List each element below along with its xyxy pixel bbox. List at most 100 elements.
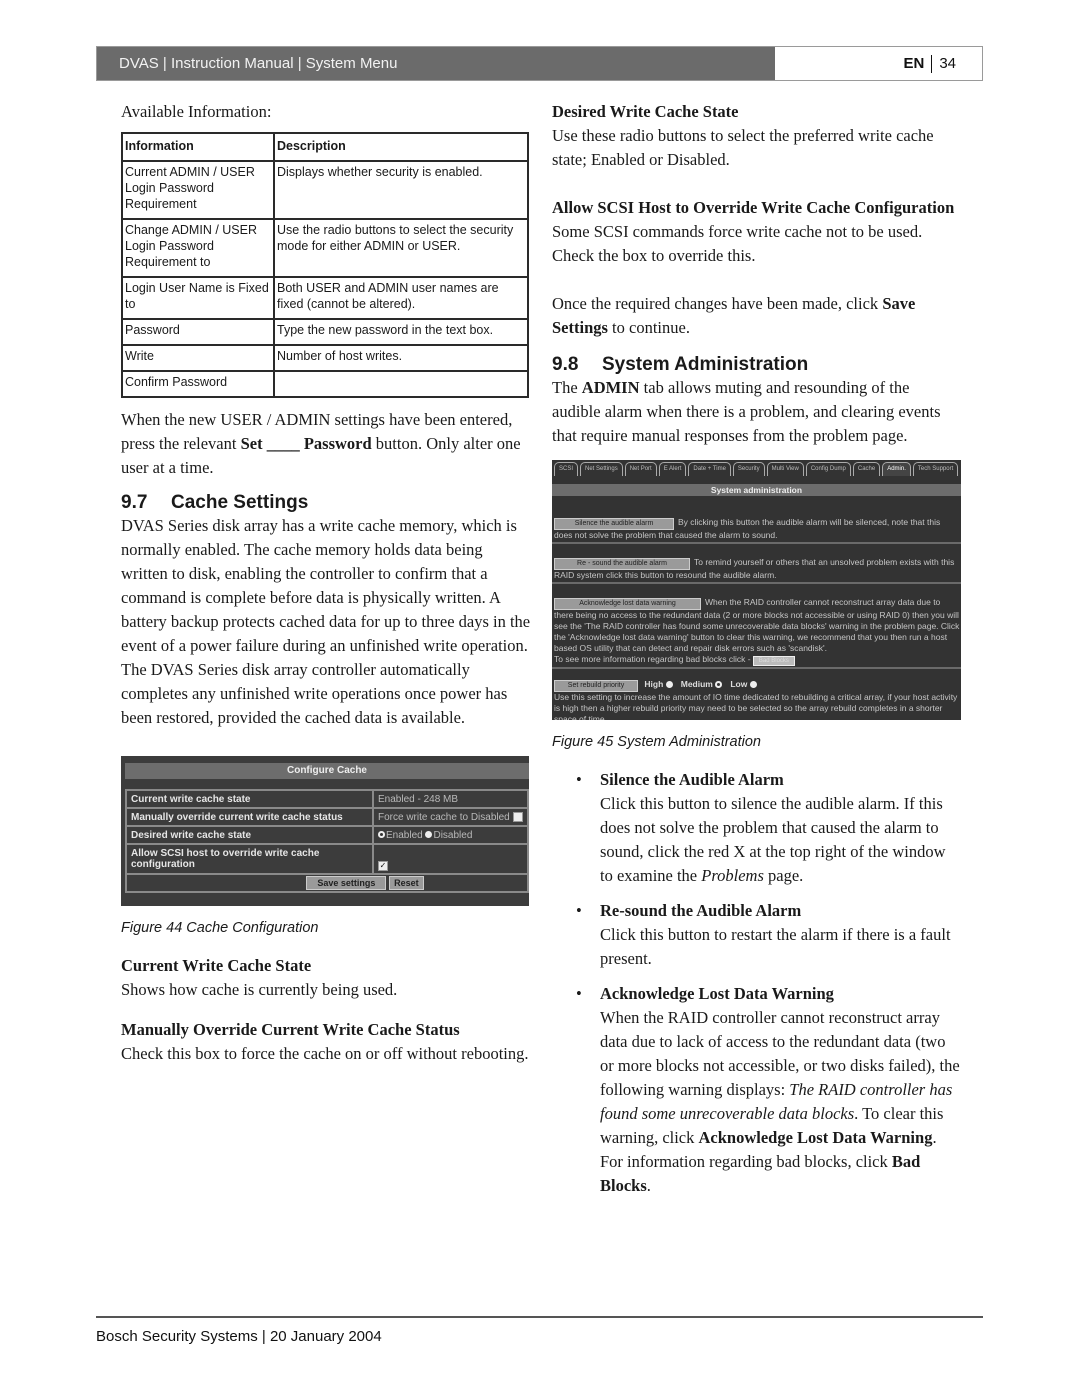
- definition: Allow SCSI Host to Override Write Cache …: [552, 196, 962, 268]
- section-heading-9-7: 9.7 Cache Settings: [121, 492, 531, 514]
- definition-term: Desired Write Cache State: [552, 102, 739, 121]
- definition: Current Write Cache State Shows how cach…: [121, 954, 531, 1002]
- tab-net-settings[interactable]: Net Settings: [580, 462, 623, 476]
- resound-alarm-button[interactable]: Re - sound the audible alarm: [554, 558, 690, 570]
- list-item-desc: Click this button to silence the audible…: [600, 792, 962, 888]
- radio-label: Disabled: [433, 829, 473, 841]
- header-page-info: EN 34: [775, 47, 982, 80]
- table-row: Write Number of host writes.: [121, 344, 529, 372]
- admin-term: ADMIN: [581, 378, 640, 397]
- table-header-row: Information Description: [121, 132, 529, 162]
- text-run: Once the required changes have been made…: [552, 294, 883, 313]
- acknowledge-lost-data-button[interactable]: Acknowledge lost data warning: [554, 598, 701, 610]
- table-cell: [273, 370, 529, 398]
- radio-label: High: [644, 679, 664, 689]
- bullet-icon: •: [576, 901, 582, 920]
- definition-desc: Check this box to force the cache on or …: [121, 1044, 529, 1063]
- section-title: Cache Settings: [171, 492, 309, 513]
- table-cell: Displays whether security is enabled.: [273, 160, 529, 220]
- definition-term: Manually Override Current Write Cache St…: [121, 1020, 460, 1039]
- divider: [552, 582, 961, 584]
- bad-blocks-button[interactable]: Bad Blocks: [752, 656, 795, 666]
- table-row: Desired write cache state Enabled Disabl…: [125, 825, 529, 845]
- tab-multi-view[interactable]: Multi View: [766, 462, 804, 476]
- save-settings-button[interactable]: Save settings: [306, 876, 387, 890]
- row-label: Manually override current write cache st…: [125, 807, 374, 827]
- tab-e-alert[interactable]: E Alert: [658, 462, 687, 476]
- table-cell: Current ADMIN / USER Login Password Requ…: [121, 160, 275, 220]
- tab-admin[interactable]: Admin.: [882, 462, 911, 476]
- radio-label: Medium: [680, 679, 713, 689]
- table-header: Description: [273, 132, 529, 162]
- bad-blocks-text: To see more information regarding bad bl…: [554, 654, 751, 664]
- footer-rule: [96, 1316, 983, 1318]
- list-item: • Re-sound the Audible Alarm Click this …: [552, 899, 962, 971]
- available-info-label: Available Information:: [121, 102, 272, 121]
- row-label: Allow SCSI host to override write cache …: [125, 843, 374, 875]
- scsi-override-checkbox[interactable]: ✓: [378, 861, 388, 872]
- definition-desc: Shows how cache is currently being used.: [121, 980, 398, 999]
- page-header: DVAS | Instruction Manual | System Menu …: [96, 46, 983, 81]
- table-cell: Both USER and ADMIN user names are fixed…: [273, 276, 529, 320]
- tab-net-port[interactable]: Net Port: [624, 462, 657, 476]
- tab-security[interactable]: Security: [732, 462, 765, 476]
- problems-term: Problems: [701, 866, 764, 885]
- section-number: 9.7: [121, 492, 148, 513]
- force-disable-checkbox[interactable]: [512, 811, 523, 822]
- table-cell: Change ADMIN / USER Login Password Requi…: [121, 218, 275, 278]
- radio-medium[interactable]: [715, 681, 723, 689]
- text-run: page.: [763, 866, 804, 885]
- set-password-term: Set ____ Password: [240, 434, 372, 453]
- system-admin-screenshot: SCSI Net Settings Net Port E Alert Date …: [552, 460, 961, 720]
- cache-config-screenshot: Configure Cache Current write cache stat…: [121, 756, 529, 906]
- tab-date-time[interactable]: Date + Time: [688, 462, 731, 476]
- language-code: EN: [903, 55, 925, 72]
- bad-blocks-line: To see more information regarding bad bl…: [554, 654, 961, 666]
- figure-44-caption: Figure 44 Cache Configuration: [121, 920, 319, 936]
- list-item-term: Acknowledge Lost Data Warning: [600, 984, 834, 1003]
- table-cell: Login User Name is Fixed to: [121, 276, 275, 320]
- radio-high[interactable]: [665, 681, 673, 689]
- admin-tab-bar: SCSI Net Settings Net Port E Alert Date …: [554, 462, 959, 476]
- desired-state-cell: Enabled Disabled: [372, 825, 529, 845]
- text-run: .: [646, 1176, 651, 1195]
- tab-scsi[interactable]: SCSI: [554, 462, 579, 476]
- definition: Desired Write Cache State Use these radi…: [552, 100, 962, 172]
- rebuild-row: Set rebuild priority High Medium Low Use…: [554, 679, 961, 720]
- table-header: Information: [121, 132, 275, 162]
- row-label: Current write cache state: [125, 789, 374, 809]
- divider: [552, 542, 961, 544]
- header-title: DVAS | Instruction Manual | System Menu: [97, 47, 775, 80]
- table-cell: Password: [121, 318, 275, 346]
- radio-enabled[interactable]: [378, 831, 385, 839]
- table-cell: Type the new password in the text box.: [273, 318, 529, 346]
- table-row: Confirm Password: [121, 370, 529, 398]
- tab-config-dump[interactable]: Config Dump: [805, 462, 851, 476]
- table-row: Password Type the new password in the te…: [121, 318, 529, 346]
- table-cell: Confirm Password: [121, 370, 275, 398]
- silence-alarm-button[interactable]: Silence the audible alarm: [554, 518, 674, 530]
- definition-term: Current Write Cache State: [121, 956, 312, 975]
- set-rebuild-priority-button[interactable]: Set rebuild priority: [554, 680, 638, 692]
- radio-label: Enabled: [386, 829, 423, 841]
- header-separator: [931, 54, 933, 73]
- definition-desc: Use these radio buttons to select the pr…: [552, 126, 934, 169]
- after-table-paragraph: When the new USER / ADMIN settings have …: [121, 408, 531, 480]
- silence-row: Silence the audible alarm By clicking thi…: [554, 517, 961, 541]
- force-disable-label: Force write cache to Disabled: [378, 811, 510, 823]
- acknowledge-row: Acknowledge lost data warning When the RA…: [554, 597, 961, 666]
- definition: Manually Override Current Write Cache St…: [121, 1018, 531, 1066]
- radio-disabled[interactable]: [425, 831, 433, 839]
- table-row: Current write cache state Enabled - 248 …: [125, 789, 529, 809]
- cache-settings-body: DVAS Series disk array has a write cache…: [121, 516, 531, 727]
- system-administration-title: System administration: [552, 484, 961, 496]
- tab-cache[interactable]: Cache: [852, 462, 881, 476]
- rebuild-description: Use this setting to increase the amount …: [554, 692, 958, 720]
- definition-term: Allow SCSI Host to Override Write Cache …: [552, 198, 955, 217]
- radio-low[interactable]: [749, 681, 757, 689]
- figure-45-caption: Figure 45 System Administration: [552, 734, 761, 750]
- text-run: to continue.: [607, 318, 690, 337]
- reset-button[interactable]: Reset: [389, 876, 424, 890]
- tab-tech-support[interactable]: Tech Support: [912, 462, 959, 476]
- divider: [552, 667, 961, 669]
